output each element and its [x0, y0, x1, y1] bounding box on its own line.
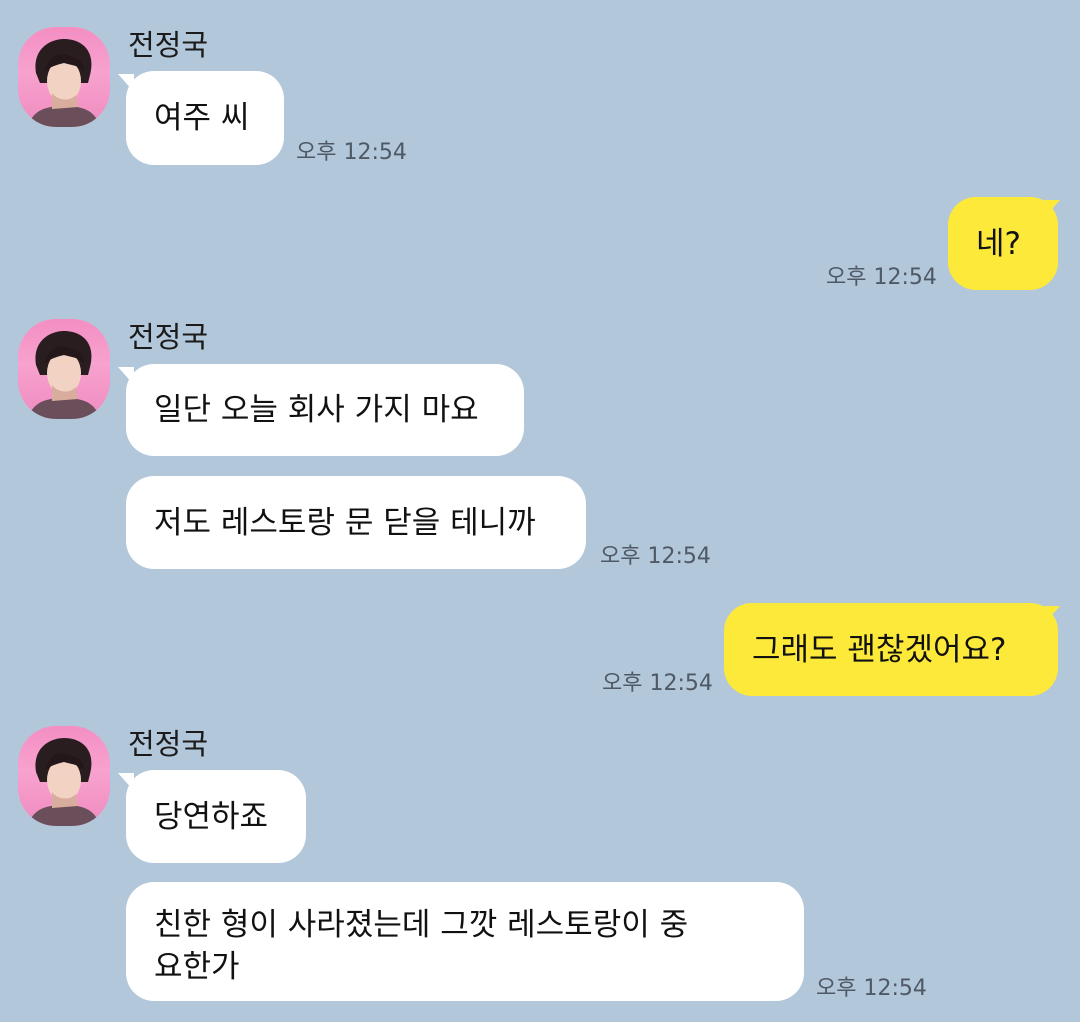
avatar-image	[28, 331, 100, 419]
message-bubble[interactable]: 그래도 괜찮겠어요?	[724, 603, 1058, 696]
message-time: 오후 12:54	[602, 671, 713, 696]
message-bubble[interactable]: 당연하죠	[126, 770, 306, 863]
contact-avatar[interactable]	[18, 726, 110, 826]
contact-avatar[interactable]	[18, 319, 110, 419]
sender-name: 전정국	[128, 28, 209, 62]
message-text: 당연하죠	[154, 798, 269, 835]
message-time: 오후 12:54	[296, 140, 407, 165]
message-bubble[interactable]: 친한 형이 사라졌는데 그깟 레스토랑이 중요한가	[126, 882, 804, 1001]
message-text: 여주 씨	[154, 100, 250, 136]
message-text: 그래도 괜찮겠어요?	[752, 631, 1007, 668]
message-bubble[interactable]: 일단 오늘 회사 가지 마요	[126, 364, 524, 456]
sender-name: 전정국	[128, 320, 209, 354]
contact-avatar[interactable]	[18, 27, 110, 127]
avatar-image	[28, 738, 100, 826]
sender-name: 전정국	[128, 727, 209, 761]
message-text: 친한 형이 사라졌는데 그깟 레스토랑이 중요한가	[154, 907, 689, 985]
message-time: 오후 12:54	[826, 265, 937, 290]
message-time: 오후 12:54	[816, 976, 927, 1001]
message-bubble[interactable]: 네?	[948, 197, 1058, 290]
avatar-image	[28, 39, 100, 127]
message-bubble[interactable]: 저도 레스토랑 문 닫을 테니까	[126, 476, 586, 569]
message-text: 일단 오늘 회사 가지 마요	[154, 392, 479, 428]
message-time: 오후 12:54	[600, 544, 711, 569]
message-bubble[interactable]: 여주 씨	[126, 71, 284, 165]
message-text: 네?	[976, 225, 1021, 262]
message-text: 저도 레스토랑 문 닫을 테니까	[154, 504, 536, 541]
